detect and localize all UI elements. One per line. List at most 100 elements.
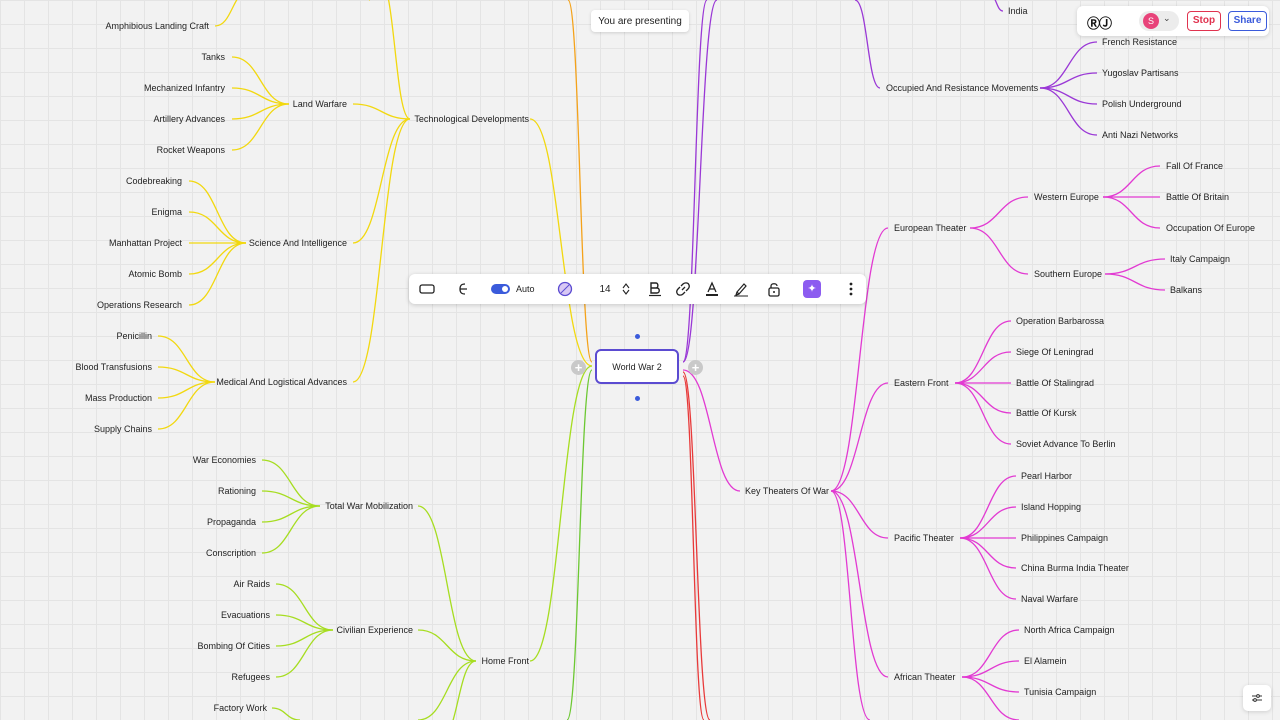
node-cbi[interactable]: China Burma India Theater	[1021, 562, 1129, 574]
node-falloffrance[interactable]: Fall Of France	[1166, 160, 1223, 172]
node-polish[interactable]: Polish Underground	[1102, 98, 1182, 110]
color-swatch-icon	[557, 281, 573, 297]
chevron-down-icon[interactable]	[621, 289, 631, 296]
node-keytheaters[interactable]: Key Theaters Of War	[745, 485, 829, 497]
node-civilian[interactable]: Civilian Experience	[336, 624, 413, 636]
node-island[interactable]: Island Hopping	[1021, 501, 1081, 513]
node-homefront[interactable]: Home Front	[481, 655, 529, 667]
node-pacific[interactable]: Pacific Theater	[894, 532, 954, 544]
node-french[interactable]: French Resistance	[1102, 36, 1177, 48]
connector-lime	[261, 505, 321, 523]
node-stalingrad[interactable]: Battle Of Stalingrad	[1016, 377, 1094, 389]
root-top-handle[interactable]	[635, 334, 640, 339]
node-kursk[interactable]: Battle Of Kursk	[1016, 407, 1077, 419]
node-tanks[interactable]: Tanks	[201, 51, 225, 63]
node-atomic[interactable]: Atomic Bomb	[128, 268, 182, 280]
font-size-stepper[interactable]	[620, 279, 632, 299]
node-tunisia[interactable]: Tunisia Campaign	[1024, 686, 1096, 698]
node-blood[interactable]: Blood Transfusions	[75, 361, 152, 373]
node-northafrica[interactable]: North Africa Campaign	[1024, 624, 1115, 636]
node-barbarossa[interactable]: Operation Barbarossa	[1016, 315, 1104, 327]
link-button[interactable]	[673, 279, 693, 299]
node-mass[interactable]: Mass Production	[85, 392, 152, 404]
node-leningrad[interactable]: Siege Of Leningrad	[1016, 346, 1094, 358]
node-tech[interactable]: Technological Developments	[414, 113, 529, 125]
chevron-down-icon[interactable]: ⌄	[1163, 13, 1171, 24]
node-bombing[interactable]: Bombing Of Cities	[197, 640, 270, 652]
connector-lime	[452, 660, 477, 720]
connector-magenta	[959, 506, 1017, 539]
text-color-button[interactable]	[702, 279, 722, 299]
node-science[interactable]: Science And Intelligence	[249, 237, 347, 249]
node-opsresearch[interactable]: Operations Research	[97, 299, 182, 311]
node-yugoslav[interactable]: Yugoslav Partisans	[1102, 67, 1179, 79]
node-african[interactable]: African Theater	[894, 671, 955, 683]
node-totalwar[interactable]: Total War Mobilization	[325, 500, 413, 512]
node-balkans[interactable]: Balkans	[1170, 284, 1202, 296]
highlighter-icon	[734, 283, 748, 297]
connector-yellow	[387, 0, 411, 120]
node-medical[interactable]: Medical And Logistical Advances	[216, 376, 347, 388]
connector-yellow	[157, 381, 216, 430]
chevron-up-icon[interactable]	[621, 282, 631, 289]
node-alamein[interactable]: El Alamein	[1024, 655, 1067, 667]
root-node[interactable]: World War 2	[595, 349, 679, 384]
node-pearl[interactable]: Pearl Harbor	[1021, 470, 1072, 482]
connector-magenta	[830, 490, 871, 720]
node-amphibious[interactable]: Amphibious Landing Craft	[105, 20, 209, 32]
node-refugees[interactable]: Refugees	[231, 671, 270, 683]
node-penicillin[interactable]: Penicillin	[116, 330, 152, 342]
stop-presenting-button[interactable]: Stop	[1187, 11, 1221, 31]
node-conscription[interactable]: Conscription	[206, 547, 256, 559]
add-right-child-button[interactable]: +	[688, 360, 703, 375]
node-southern[interactable]: Southern Europe	[1034, 268, 1102, 280]
node-occupied[interactable]: Occupied And Resistance Movements	[886, 82, 1038, 94]
more-options-button[interactable]	[841, 279, 861, 299]
bold-button[interactable]	[645, 279, 665, 299]
branch-style-button[interactable]	[451, 279, 471, 299]
lock-button[interactable]	[764, 279, 784, 299]
settings-button[interactable]	[1243, 685, 1271, 711]
node-european[interactable]: European Theater	[894, 222, 966, 234]
node-philippines[interactable]: Philippines Campaign	[1021, 532, 1108, 544]
node-italy[interactable]: Italy Campaign	[1170, 253, 1230, 265]
connector-magenta	[830, 227, 889, 492]
auto-layout-toggle[interactable]: Auto	[491, 279, 537, 299]
node-india[interactable]: India	[1008, 5, 1028, 17]
node-codebreaking[interactable]: Codebreaking	[126, 175, 182, 187]
node-rocket[interactable]: Rocket Weapons	[157, 144, 225, 156]
node-soviet[interactable]: Soviet Advance To Berlin	[1016, 438, 1115, 450]
node-western[interactable]: Western Europe	[1034, 191, 1099, 203]
connector-magenta	[954, 320, 1012, 384]
node-airraids[interactable]: Air Raids	[233, 578, 270, 590]
node-manhattan[interactable]: Manhattan Project	[109, 237, 182, 249]
node-eastern[interactable]: Eastern Front	[894, 377, 949, 389]
app-logo[interactable]: ⓇⒿ	[1087, 13, 1112, 32]
node-rationing[interactable]: Rationing	[218, 485, 256, 497]
node-supply[interactable]: Supply Chains	[94, 423, 152, 435]
node-propaganda[interactable]: Propaganda	[207, 516, 256, 528]
node-naval[interactable]: Naval Warfare	[1021, 593, 1078, 605]
node-factory[interactable]: Factory Work	[214, 702, 267, 714]
node-land[interactable]: Land Warfare	[293, 98, 347, 110]
node-antinazi[interactable]: Anti Nazi Networks	[1102, 129, 1178, 141]
node-artillery[interactable]: Artillery Advances	[153, 113, 225, 125]
node-enigma[interactable]: Enigma	[151, 206, 182, 218]
node-occupationeurope[interactable]: Occupation Of Europe	[1166, 222, 1255, 234]
color-picker-button[interactable]	[555, 279, 575, 299]
node-evac[interactable]: Evacuations	[221, 609, 270, 621]
toggle-switch[interactable]	[491, 284, 510, 294]
node-mech[interactable]: Mechanized Infantry	[144, 82, 225, 94]
share-button[interactable]: Share	[1228, 11, 1267, 31]
node-wareco[interactable]: War Economies	[193, 454, 256, 466]
node-britain[interactable]: Battle Of Britain	[1166, 191, 1229, 203]
avatar[interactable]: S	[1143, 13, 1159, 29]
add-left-child-button[interactable]: +	[571, 360, 586, 375]
connector-magenta	[830, 382, 889, 492]
shape-button[interactable]	[417, 279, 437, 299]
connector-lime	[417, 505, 477, 662]
ai-assist-button[interactable]: ✦	[802, 279, 822, 299]
font-size-value[interactable]: 14	[595, 279, 615, 299]
root-bottom-handle[interactable]	[635, 396, 640, 401]
highlight-button[interactable]	[731, 279, 751, 299]
